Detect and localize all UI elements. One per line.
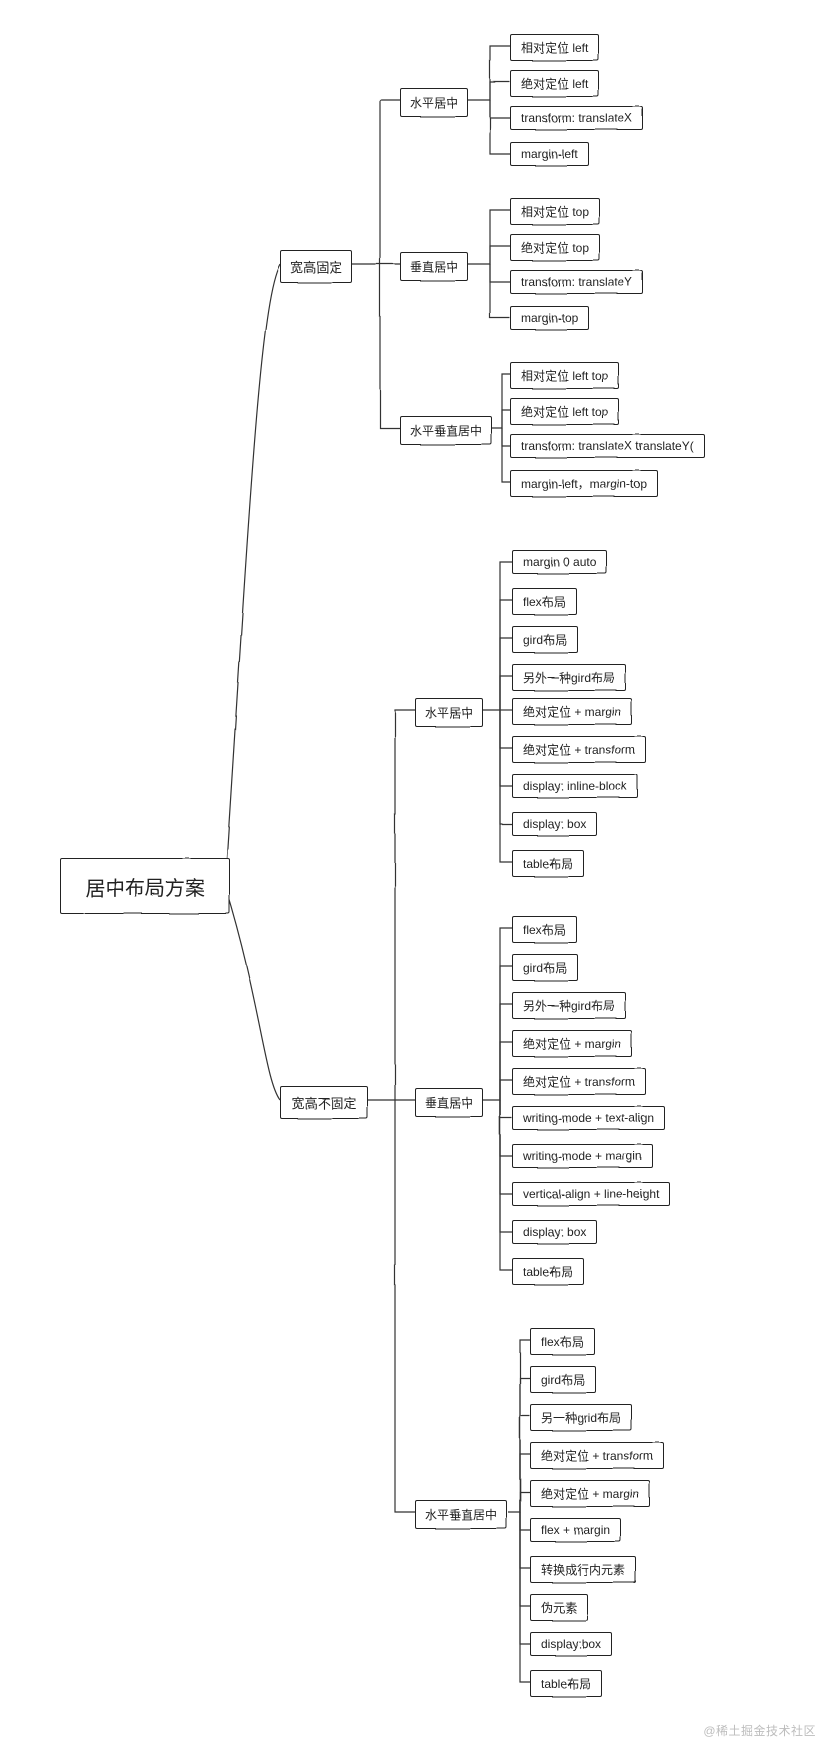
leaf: display: box — [512, 1220, 597, 1244]
leaf: 绝对定位 top — [510, 234, 600, 261]
leaf: gird布局 — [512, 626, 578, 653]
leaf: 相对定位 left — [510, 34, 599, 61]
root-node: 居中布局方案 — [60, 858, 230, 914]
leaf: 绝对定位 + margin — [512, 1030, 632, 1057]
leaf: table布局 — [530, 1670, 602, 1697]
leaf: 另外一种gird布局 — [512, 992, 626, 1019]
leaf: transform: translateX translateY( — [510, 434, 705, 458]
fixed-hv: 水平垂直居中 — [400, 416, 492, 445]
branch-fixed: 宽高固定 — [280, 250, 352, 283]
leaf: 转换成行内元素 — [530, 1556, 636, 1583]
fixed-h: 水平居中 — [400, 88, 468, 117]
leaf: gird布局 — [512, 954, 578, 981]
leaf: display: box — [512, 812, 597, 836]
branch-unfixed: 宽高不固定 — [280, 1086, 368, 1119]
leaf: transform: translateX — [510, 106, 643, 130]
leaf: 伪元素 — [530, 1594, 588, 1621]
leaf: flex布局 — [530, 1328, 595, 1355]
leaf: 绝对定位 + margin — [530, 1480, 650, 1507]
leaf: writing-mode + margin — [512, 1144, 653, 1168]
leaf: 相对定位 top — [510, 198, 600, 225]
leaf: gird布局 — [530, 1366, 596, 1393]
leaf: 绝对定位 left — [510, 70, 599, 97]
leaf: 绝对定位 + transform — [512, 1068, 646, 1095]
leaf: flex布局 — [512, 916, 577, 943]
leaf: flex + margin — [530, 1518, 621, 1542]
watermark: @稀土掘金技术社区 — [703, 1722, 816, 1739]
leaf: 绝对定位 + transform — [530, 1442, 664, 1469]
leaf: margin-left，margin-top — [510, 470, 658, 497]
leaf: 另一种grid布局 — [530, 1404, 632, 1431]
leaf: 绝对定位 + transform — [512, 736, 646, 763]
leaf: display:box — [530, 1632, 612, 1656]
leaf: 绝对定位 + margin — [512, 698, 632, 725]
leaf: table布局 — [512, 850, 584, 877]
fixed-v: 垂直居中 — [400, 252, 468, 281]
leaf: vertical-align + line-height — [512, 1182, 670, 1206]
unfixed-hv: 水平垂直居中 — [415, 1500, 507, 1529]
leaf: margin-top — [510, 306, 589, 330]
leaf: table布局 — [512, 1258, 584, 1285]
leaf: flex布局 — [512, 588, 577, 615]
leaf: 相对定位 left top — [510, 362, 619, 389]
leaf: 另外一种gird布局 — [512, 664, 626, 691]
leaf: display: inline-block — [512, 774, 638, 798]
unfixed-v: 垂直居中 — [415, 1088, 483, 1117]
leaf: transform: translateY — [510, 270, 643, 294]
unfixed-h: 水平居中 — [415, 698, 483, 727]
leaf: writing-mode + text-align — [512, 1106, 665, 1130]
leaf: margin 0 auto — [512, 550, 607, 574]
leaf: 绝对定位 left top — [510, 398, 619, 425]
leaf: margin-left — [510, 142, 589, 166]
